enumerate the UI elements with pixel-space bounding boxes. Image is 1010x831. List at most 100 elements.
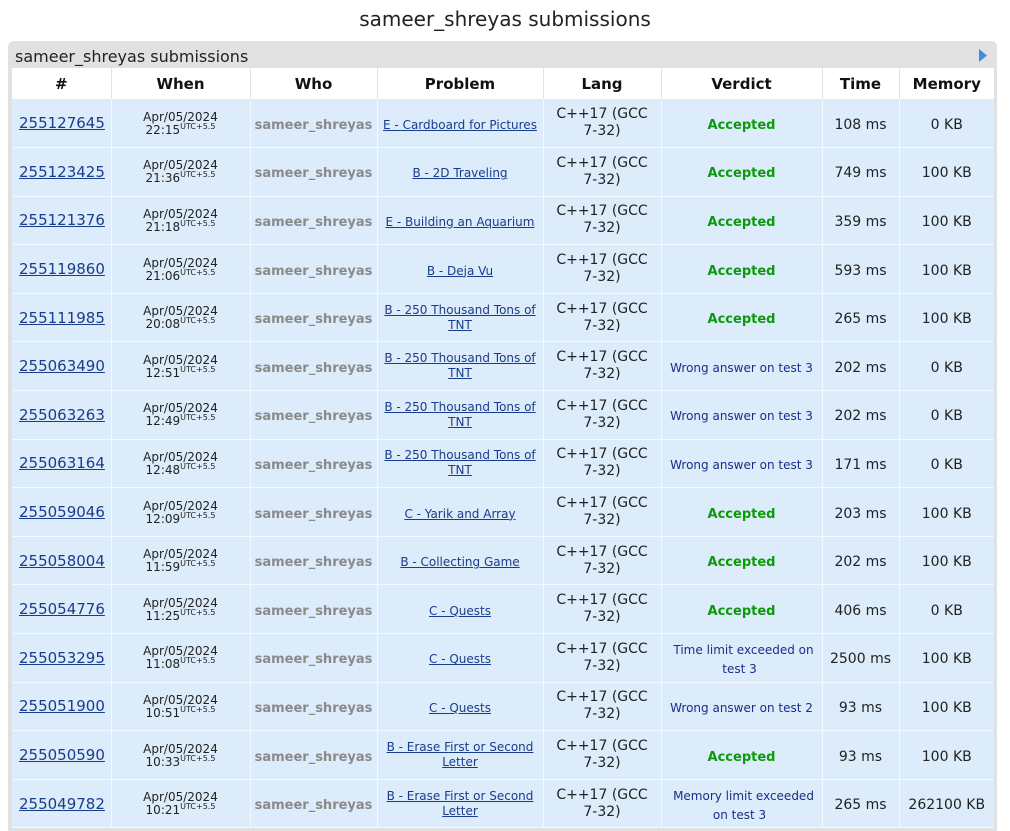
submission-id-link[interactable]: 255051900 [12,697,111,715]
cell-who: sameer_shreyas [250,584,378,635]
language-label: C++17 (GCC 7-32) [556,738,648,772]
problem-link[interactable]: B - Erase First or Second Letter [378,789,543,819]
cell-problem: B - 250 Thousand Tons of TNT [377,341,544,392]
cell-id: 255063263 [12,390,112,440]
language-label: C++17 (GCC 7-32) [556,252,648,286]
cell-verdict: Wrong answer on test 3 [661,341,823,392]
submission-id-link[interactable]: 255063490 [12,357,111,375]
cell-verdict: Accepted [661,244,823,294]
problem-link[interactable]: B - 250 Thousand Tons of TNT [378,448,543,478]
submission-id-link[interactable]: 255121376 [12,211,111,229]
submission-id-link[interactable]: 255058004 [12,552,111,570]
problem-link[interactable]: B - 250 Thousand Tons of TNT [378,400,543,430]
cell-memory: 100 KB [899,196,994,246]
author-name[interactable]: sameer_shreyas [255,507,373,522]
submission-time-wrap: 11:59UTC+5.5 [112,560,250,575]
author-name[interactable]: sameer_shreyas [255,361,373,376]
header-memory: Memory [899,68,994,99]
author-name[interactable]: sameer_shreyas [255,409,373,424]
submission-time: 10:51 [145,705,181,720]
cell-lang: C++17 (GCC 7-32) [543,196,662,246]
submission-id-link[interactable]: 255053295 [12,649,111,667]
author-name[interactable]: sameer_shreyas [255,264,373,279]
cell-time: 265 ms [822,293,900,343]
submission-id-link[interactable]: 255119860 [12,260,111,278]
submission-id-link[interactable]: 255127645 [12,114,111,132]
memory-used: 100 KB [921,311,972,328]
cell-problem: C - Quests [377,633,544,683]
problem-link[interactable]: B - 2D Traveling [408,166,511,181]
author-name[interactable]: sameer_shreyas [255,652,373,667]
cell-verdict: Accepted [661,99,823,149]
submission-id-link[interactable]: 255111985 [12,309,111,327]
timezone-label: UTC+5.5 [180,461,216,471]
table-row: 255049782 Apr/05/2024 10:21UTC+5.5 sameer_s… [12,779,994,829]
problem-link[interactable]: C - Quests [425,701,495,716]
cell-when: Apr/05/2024 22:15UTC+5.5 [111,99,251,149]
memory-used: 262100 KB [908,797,986,814]
verdict-label: Accepted [707,555,776,571]
problem-link[interactable]: C - Quests [425,652,495,667]
verdict-label: Accepted [707,117,776,133]
submission-time-wrap: 10:51UTC+5.5 [112,705,250,720]
table-header-row: # When Who Problem Lang Verdict Time Mem… [12,68,994,99]
cell-time: 359 ms [822,196,900,246]
problem-link[interactable]: C - Quests [425,604,495,619]
cell-time: 202 ms [822,536,900,586]
submission-id-link[interactable]: 255123425 [12,163,111,181]
problem-link[interactable]: B - Deja Vu [423,264,497,279]
timezone-label: UTC+5.5 [180,121,216,131]
author-name[interactable]: sameer_shreyas [255,750,373,765]
problem-link[interactable]: B - Collecting Game [396,555,523,570]
submission-id-link[interactable]: 255049782 [12,795,111,813]
cell-problem: B - 250 Thousand Tons of TNT [377,390,544,440]
author-name[interactable]: sameer_shreyas [255,215,373,230]
submission-time: 12:48 [145,462,181,477]
cell-when: Apr/05/2024 11:59UTC+5.5 [111,536,251,586]
author-name[interactable]: sameer_shreyas [255,312,373,327]
problem-link[interactable]: E - Building an Aquarium [382,215,539,230]
cell-when: Apr/05/2024 12:51UTC+5.5 [111,341,251,392]
cell-problem: E - Building an Aquarium [377,196,544,246]
cell-who: sameer_shreyas [250,147,378,197]
submission-time-wrap: 10:33UTC+5.5 [112,754,250,769]
author-name[interactable]: sameer_shreyas [255,798,373,813]
expand-arrow-icon[interactable] [978,48,988,63]
run-time: 202 ms [834,408,887,425]
cell-when: Apr/05/2024 21:18UTC+5.5 [111,196,251,246]
author-name[interactable]: sameer_shreyas [255,118,373,133]
submission-time-wrap: 20:08UTC+5.5 [112,317,250,331]
problem-link[interactable]: B - Erase First or Second Letter [378,740,543,770]
cell-time: 202 ms [822,341,900,392]
cell-time: 93 ms [822,730,900,780]
submission-id-link[interactable]: 255063164 [12,454,111,472]
submission-id-link[interactable]: 255063263 [12,406,111,424]
author-name[interactable]: sameer_shreyas [255,604,373,619]
timezone-label: UTC+5.5 [180,218,216,228]
problem-link[interactable]: B - 250 Thousand Tons of TNT [378,303,543,333]
cell-memory: 100 KB [899,244,994,294]
cell-time: 203 ms [822,487,900,537]
author-name[interactable]: sameer_shreyas [255,701,373,716]
submission-time: 11:59 [145,560,181,575]
problem-link[interactable]: B - 250 Thousand Tons of TNT [378,351,543,381]
submission-id-link[interactable]: 255050590 [12,746,111,764]
timezone-label: UTC+5.5 [180,656,216,666]
problem-link[interactable]: C - Yarik and Array [400,507,519,522]
header-lang: Lang [543,68,662,99]
cell-when: Apr/05/2024 21:36UTC+5.5 [111,147,251,197]
cell-who: sameer_shreyas [250,730,378,780]
problem-link[interactable]: E - Cardboard for Pictures [379,118,541,133]
cell-problem: B - Collecting Game [377,536,544,586]
cell-who: sameer_shreyas [250,196,378,246]
cell-verdict: Accepted [661,584,823,635]
author-name[interactable]: sameer_shreyas [255,166,373,181]
cell-when: Apr/05/2024 11:08UTC+5.5 [111,633,251,683]
author-name[interactable]: sameer_shreyas [255,555,373,570]
submission-id-link[interactable]: 255054776 [12,600,111,618]
cell-verdict: Accepted [661,487,823,537]
author-name[interactable]: sameer_shreyas [255,458,373,473]
submission-id-link[interactable]: 255059046 [12,503,111,521]
cell-problem: B - 250 Thousand Tons of TNT [377,293,544,343]
verdict-label: Accepted [707,263,776,279]
